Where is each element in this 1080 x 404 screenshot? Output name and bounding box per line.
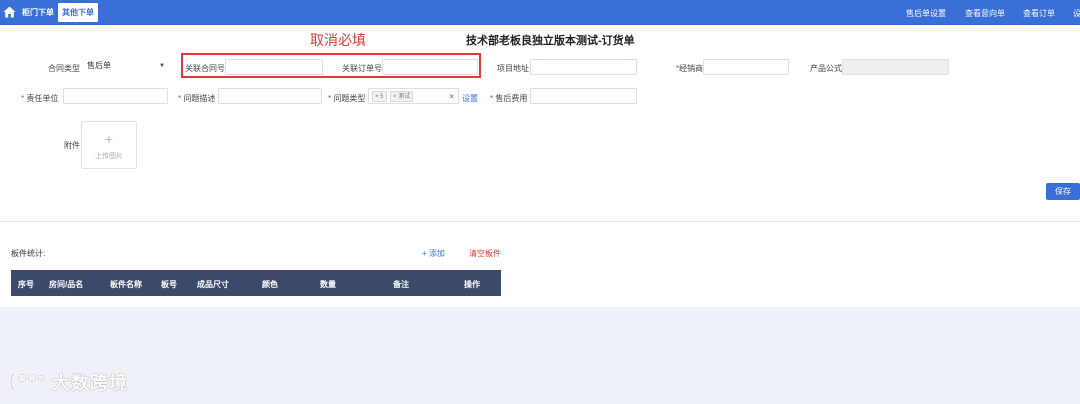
related-contract-label: 关联合同号 [185,64,225,73]
column-header: 板件名称 [110,280,142,289]
column-header: 颜色 [262,280,278,289]
clear-icon[interactable]: × [449,90,454,104]
watermark-logo-icon [9,372,45,391]
nav-view-intent-orders[interactable]: 查看意向单 [965,8,1005,19]
add-board-link[interactable]: + 添加 [422,248,445,259]
tab-other-order[interactable]: 其他下单 [58,3,98,22]
issue-desc-input[interactable] [218,88,322,104]
watermark: 大数跨境 [8,370,128,394]
page-title: 技术部老板良独立版本测试-订货单 [466,35,635,47]
column-header: 操作 [464,280,480,289]
annotation-text: 取消必填 [310,32,366,48]
aftersale-fee-input[interactable] [530,88,637,104]
nav-settings-truncated[interactable]: 设 [1073,8,1080,19]
watermark-text: 大数跨境 [52,373,128,393]
column-header: 板号 [161,280,177,289]
responsible-unit-label: 责任单位 [26,94,59,103]
issue-desc-label: 问题描述 [183,94,216,103]
section-divider [0,221,1080,222]
required-mark: * [21,94,25,103]
home-icon[interactable] [3,6,16,18]
column-header: 备注 [393,280,409,289]
column-header: 数量 [320,280,336,289]
dealer-label: 经销商 [679,64,704,73]
related-order-input[interactable] [382,59,478,75]
clear-boards-link[interactable]: 清空板件 [469,248,501,259]
required-mark: * [490,94,494,103]
aftersale-fee-label: 售后费用 [495,94,528,103]
product-formula-input [842,59,949,75]
chevron-down-icon: ▼ [159,63,165,69]
project-address-label: 项目地址 [497,64,529,73]
upload-image-button[interactable]: + 上传图片 [81,121,137,169]
contract-type-label: 合同类型 [48,64,80,73]
related-contract-input[interactable] [225,59,323,75]
issue-type-label: 问题类型 [333,94,366,103]
contract-type-value: 售后单 [87,61,111,70]
required-mark: * [178,94,182,103]
board-stats-label: 板件统计: [11,249,46,258]
bottom-area [0,307,1080,404]
attachment-label: 附件 [64,141,80,150]
contract-type-select[interactable]: 售后单 ▼ [81,59,169,75]
column-header: 成品尺寸 [197,280,229,289]
related-order-label: 关联订单号 [342,64,382,73]
column-header: 房间/品名 [49,280,84,289]
upload-image-label: 上传图片 [95,153,123,160]
product-formula-label: 产品公式 [810,64,842,73]
column-header: 序号 [18,280,34,289]
top-navbar: 柜门下单 其他下单 售后单设置 查看意向单 查看订单 设 [0,0,1080,25]
dealer-input[interactable] [703,59,789,75]
settings-link[interactable]: 设置 [462,93,478,104]
responsible-unit-input[interactable] [63,88,168,104]
tab-cabinet-door-order[interactable]: 柜门下单 [18,3,58,22]
required-mark: * [328,94,332,103]
project-address-input[interactable] [530,59,637,75]
issue-type-tag-test[interactable]: × 测试 [390,91,414,102]
boards-table-header: 序号 房间/品名 板件名称 板号 成品尺寸 颜色 数量 备注 操作 [11,270,501,296]
nav-aftersale-settings[interactable]: 售后单设置 [906,8,946,19]
issue-type-tag-5[interactable]: × 5 [372,91,387,102]
plus-icon: + [104,131,114,147]
issue-type-multiselect[interactable]: × 5 × 测试 × [368,88,459,104]
save-button[interactable]: 保存 [1046,183,1080,200]
nav-view-orders[interactable]: 查看订单 [1023,8,1055,19]
